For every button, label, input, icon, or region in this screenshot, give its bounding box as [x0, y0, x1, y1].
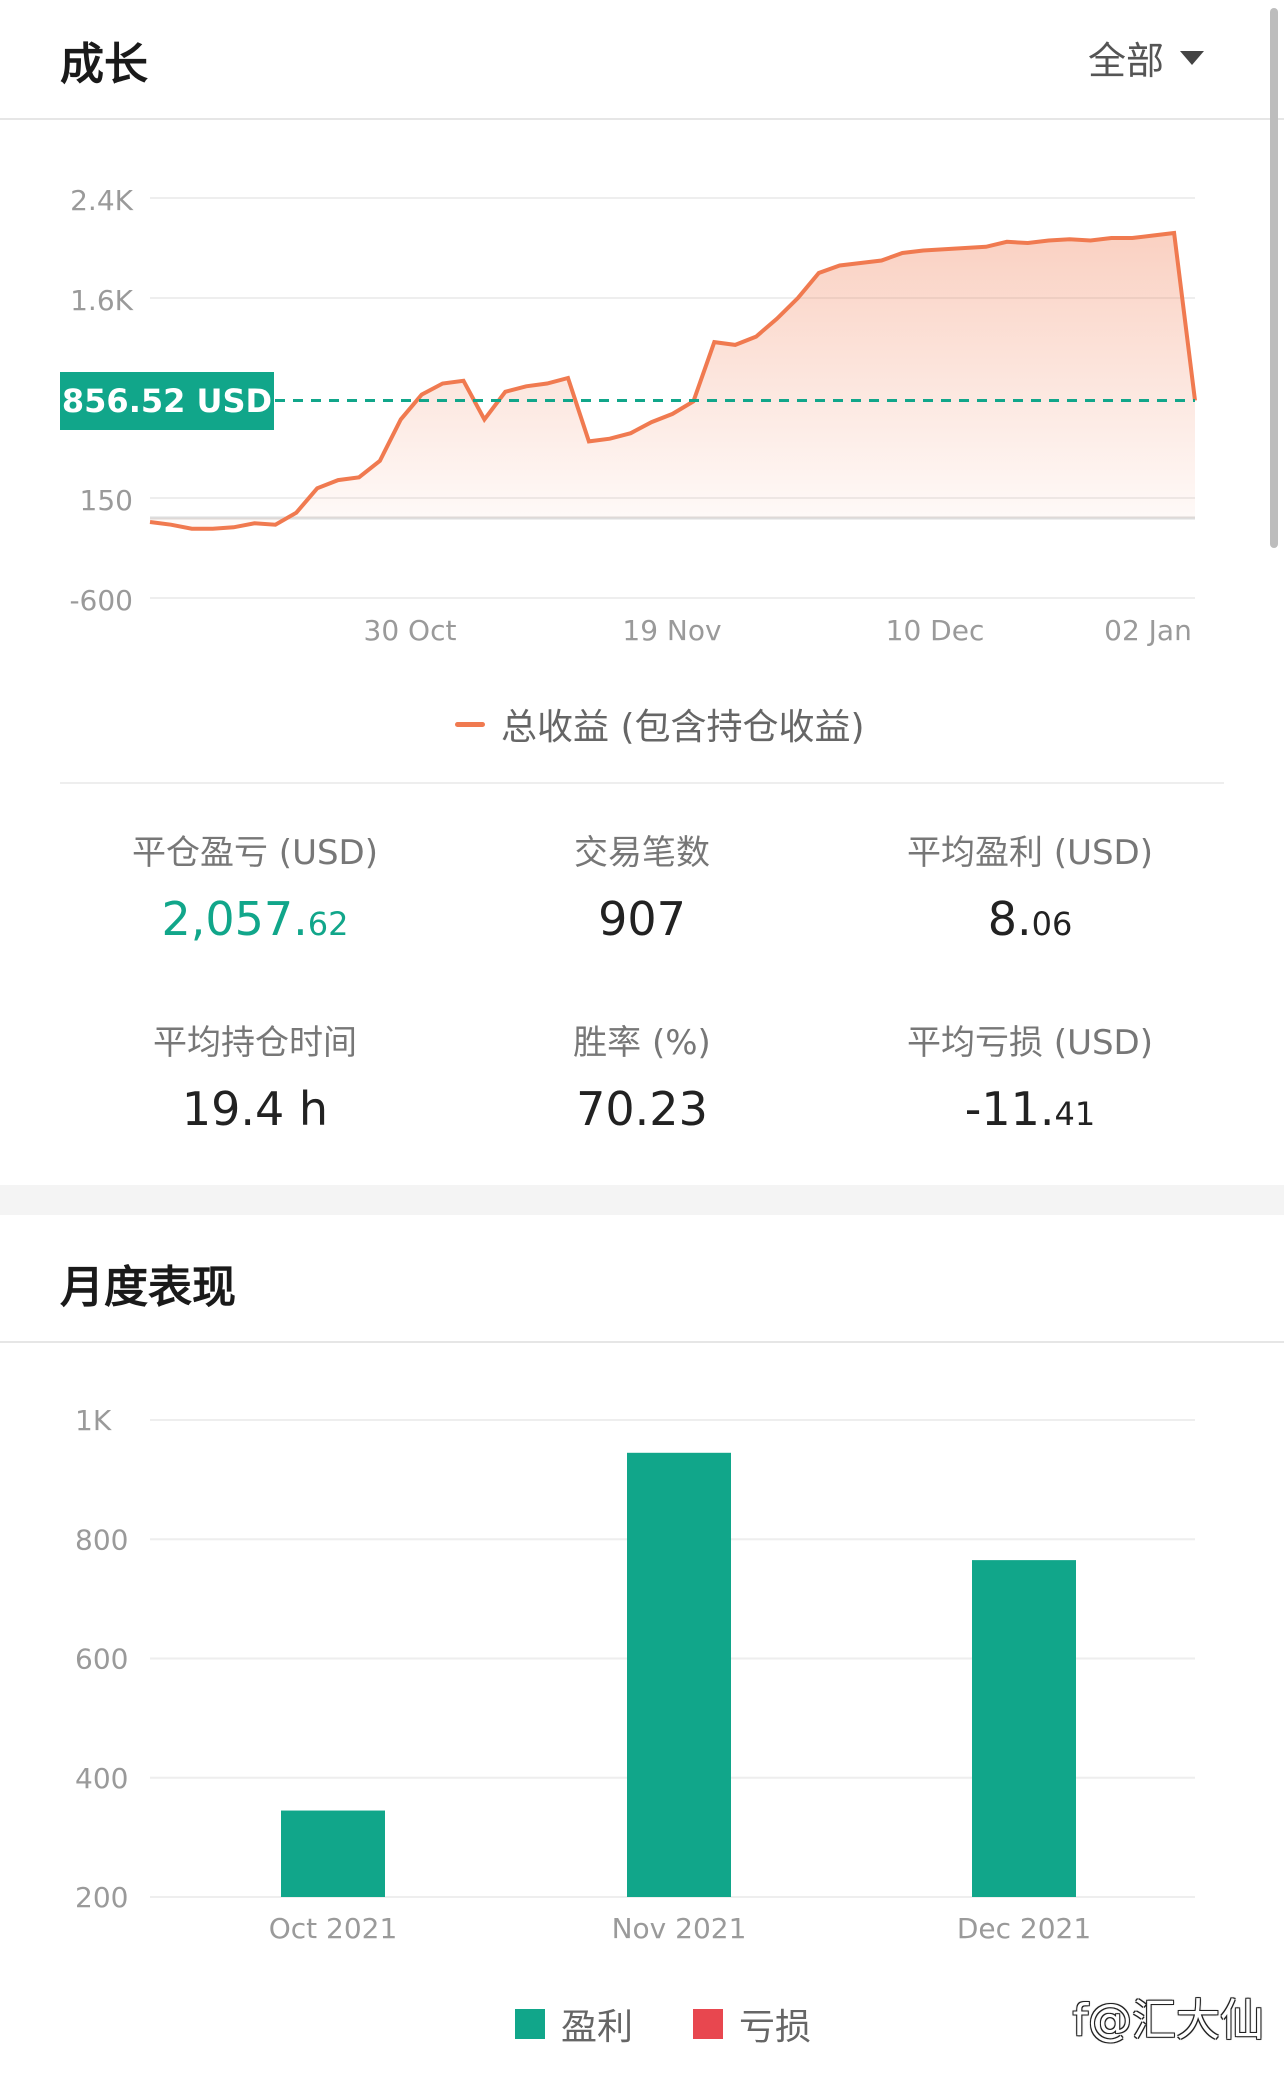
- x-tick-label: 10 Dec: [886, 614, 985, 647]
- growth-title: 成长: [60, 39, 148, 90]
- range-filter-label: 全部: [1087, 39, 1164, 83]
- x-tick-label: 19 Nov: [622, 614, 721, 647]
- stat-value-frac: 41: [1054, 1095, 1096, 1133]
- x-tick-label: Dec 2021: [957, 1912, 1091, 1940]
- y-tick-label: 800: [75, 1523, 128, 1556]
- stat-avg-profit: 平均盈利 (USD) 8.06: [820, 825, 1240, 946]
- divider: [60, 782, 1224, 784]
- current-value-badge: 856.52 USD: [60, 371, 274, 430]
- stat-value-main: -11.: [964, 1082, 1055, 1136]
- stat-label: 平仓盈亏 (USD): [132, 833, 378, 873]
- line-chart-legend: 总收益 (包含持仓收益): [455, 698, 865, 750]
- y-tick-label: 200: [75, 1881, 128, 1914]
- legend-profit[interactable]: 盈利: [515, 1998, 633, 2050]
- section-separator: [0, 1185, 1284, 1215]
- monthly-header: 月度表现: [0, 1215, 1284, 1343]
- stat-avg-loss: 平均亏损 (USD) -11.41: [820, 1015, 1240, 1136]
- y-tick-label: 400: [75, 1762, 128, 1795]
- legend-profit-label: 盈利: [561, 2007, 634, 2048]
- caret-down-icon: [1180, 50, 1204, 65]
- y-tick-label: -600: [69, 584, 133, 617]
- y-tick-label: 1K: [75, 1404, 112, 1437]
- stat-value: 8.06: [820, 892, 1240, 946]
- legend-loss-label: 亏损: [739, 2007, 812, 2048]
- stat-label: 交易笔数: [574, 833, 710, 873]
- stat-value-main: 2,057.: [161, 892, 308, 946]
- stat-realized-pnl: 平仓盈亏 (USD) 2,057.62: [45, 825, 465, 946]
- legend-total-profit-label: 总收益 (包含持仓收益): [501, 707, 865, 748]
- stat-label: 胜率 (%): [573, 1023, 711, 1063]
- stat-trades: 交易笔数 907: [432, 825, 852, 946]
- x-tick-label: Nov 2021: [612, 1912, 747, 1940]
- monthly-bar-chart: 1K 800 600 400 200 Oct 2021 Nov 2021 Dec 2021: [75, 1404, 1195, 1940]
- stat-label: 平均持仓时间: [153, 1023, 357, 1063]
- current-value-badge-text: 856.52 USD: [61, 381, 273, 420]
- stat-win-rate: 胜率 (%) 70.23: [432, 1015, 852, 1136]
- stat-value: 19.4 h: [181, 1082, 329, 1136]
- stat-label: 平均盈利 (USD): [907, 833, 1153, 873]
- stat-value: -11.41: [820, 1082, 1240, 1136]
- bar-profit[interactable]: [281, 1810, 385, 1897]
- stat-value: 2,057.62: [45, 892, 465, 946]
- growth-header: 成长 全部: [0, 0, 1284, 120]
- bar-profit[interactable]: [627, 1452, 731, 1897]
- y-tick-label: 2.4K: [70, 184, 134, 217]
- range-filter-dropdown[interactable]: 全部: [1088, 30, 1204, 85]
- bar-chart-legend: 盈利 亏损: [515, 1998, 811, 2050]
- monthly-title: 月度表现: [60, 1262, 236, 1313]
- legend-loss-swatch: [693, 2009, 724, 2039]
- y-tick-label: 600: [75, 1643, 128, 1676]
- x-tick-label: 30 Oct: [364, 614, 457, 647]
- stat-value-frac: 62: [307, 905, 349, 943]
- stat-label: 平均亏损 (USD): [907, 1023, 1153, 1063]
- stat-value-main: 8.: [987, 892, 1032, 946]
- stat-avg-hold-time: 平均持仓时间 19.4 h: [45, 1015, 465, 1136]
- x-tick-label: 02 Jan: [1104, 614, 1192, 647]
- y-tick-label: 150: [80, 484, 133, 517]
- x-tick-label: Oct 2021: [269, 1912, 398, 1940]
- total-profit-area: [150, 233, 1195, 529]
- bar-profit[interactable]: [972, 1560, 1076, 1897]
- legend-line-swatch: [455, 721, 485, 727]
- stat-value-frac: 06: [1031, 905, 1073, 943]
- watermark: f@汇大仙: [1072, 1995, 1265, 2046]
- y-tick-label: 1.6K: [70, 284, 134, 317]
- legend-profit-swatch: [515, 2009, 545, 2039]
- stat-value: 70.23: [576, 1082, 708, 1136]
- legend-loss[interactable]: 亏损: [693, 1998, 811, 2050]
- stat-value: 907: [598, 892, 686, 946]
